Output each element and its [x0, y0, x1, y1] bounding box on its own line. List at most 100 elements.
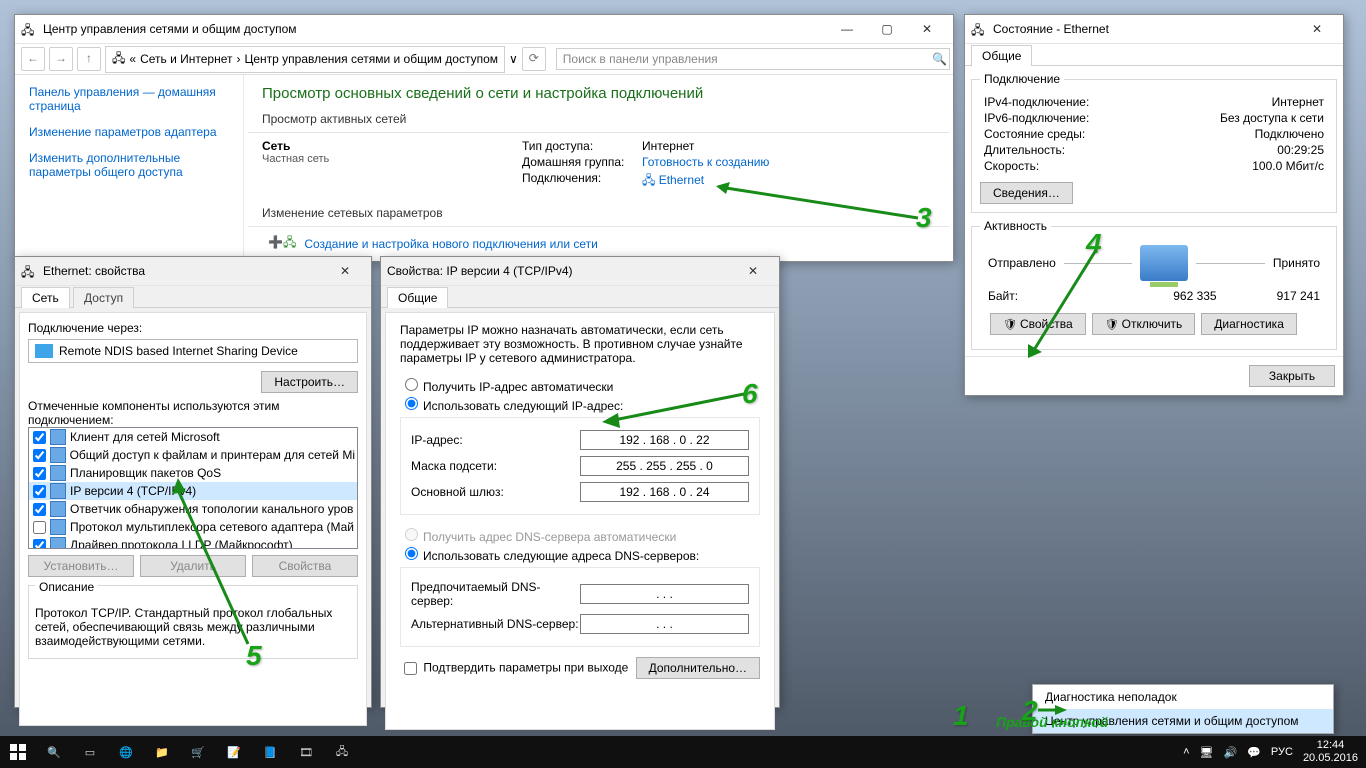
back-button[interactable]: ← — [21, 47, 45, 71]
step-2: 2 — [1022, 695, 1038, 727]
network-name: Сеть — [262, 139, 522, 153]
close-button[interactable]: ✕ — [907, 16, 947, 42]
titlebar[interactable]: 🖧 Центр управления сетями и общим доступ… — [15, 15, 953, 44]
item-checkbox[interactable] — [33, 467, 46, 480]
breadcrumb[interactable]: 🖧 « Сеть и Интернет › Центр управления с… — [105, 46, 505, 73]
component-icon — [50, 501, 66, 517]
gateway-input[interactable]: 192 . 168 . 0 . 24 — [580, 482, 749, 502]
search-icon[interactable]: 🔍 — [36, 736, 72, 768]
page-heading: Просмотр основных сведений о сети и наст… — [262, 85, 935, 102]
tray-notifications-icon[interactable]: 💬 — [1247, 746, 1261, 759]
dns1-label: Предпочитаемый DNS-сервер: — [411, 580, 580, 608]
taskbar-app[interactable]: 🛒 — [180, 736, 216, 768]
active-networks-header: Просмотр активных сетей — [262, 112, 935, 126]
list-item[interactable]: Ответчик обнаружения топологии канальног… — [29, 500, 357, 518]
item-checkbox[interactable] — [33, 503, 46, 516]
remove-button[interactable]: Удалить — [140, 555, 246, 577]
close-button[interactable]: ✕ — [1297, 16, 1337, 42]
item-checkbox[interactable] — [33, 485, 46, 498]
duration-label: Длительность: — [984, 143, 1065, 157]
radio-auto-ip[interactable] — [405, 378, 418, 391]
components-label: Отмеченные компоненты используются этим … — [28, 399, 358, 427]
list-item[interactable]: Клиент для сетей Microsoft — [29, 428, 357, 446]
list-item[interactable]: Протокол мультиплексора сетевого адаптер… — [29, 518, 357, 536]
radio-manual-ip[interactable] — [405, 397, 418, 410]
list-item[interactable]: Драйвер протокола LLDP (Майкрософт) — [29, 536, 357, 549]
tab-access[interactable]: Доступ — [73, 287, 134, 308]
close-button[interactable]: ✕ — [325, 258, 365, 284]
ethernet-icon: 🖧 — [971, 21, 987, 37]
tray-clock[interactable]: 12:44 20.05.2016 — [1303, 739, 1358, 765]
ethernet-properties-window: 🖧 Ethernet: свойства ✕ Сеть Доступ Подкл… — [14, 256, 372, 708]
taskbar-app[interactable]: 📁 — [144, 736, 180, 768]
maximize-button[interactable]: ▢ — [867, 16, 907, 42]
validate-checkbox[interactable] — [404, 662, 417, 675]
item-checkbox[interactable] — [33, 539, 46, 550]
sidebar-sharing[interactable]: Изменить дополнительные параметры общего… — [29, 151, 229, 179]
item-properties-button[interactable]: Свойства — [252, 555, 358, 577]
taskbar-app[interactable]: 🎞 — [288, 736, 324, 768]
sidebar-home[interactable]: Панель управления — домашняя страница — [29, 85, 229, 113]
forward-button[interactable]: → — [49, 47, 73, 71]
tray-network-icon[interactable]: 🖥 — [1200, 746, 1214, 759]
properties-button[interactable]: Свойства — [990, 313, 1086, 335]
crumb-2[interactable]: Центр управления сетями и общим доступом — [245, 52, 499, 66]
network-icon: 🖧 — [21, 21, 37, 37]
radio-manual-dns[interactable] — [405, 547, 418, 560]
item-checkbox[interactable] — [33, 449, 46, 462]
up-button[interactable]: ↑ — [77, 47, 101, 71]
alternate-dns-input[interactable]: . . . — [580, 614, 749, 634]
connection-ethernet-link[interactable]: 🖧 Ethernet — [642, 171, 769, 192]
menu-troubleshoot[interactable]: Диагностика неполадок — [1033, 685, 1333, 709]
tab-network[interactable]: Сеть — [21, 287, 70, 308]
taskbar-app[interactable]: 🌐 — [108, 736, 144, 768]
titlebar[interactable]: 🖧 Ethernet: свойства ✕ — [15, 257, 371, 286]
speed-value: 100.0 Мбит/с — [1252, 159, 1324, 173]
clock-date: 20.05.2016 — [1303, 752, 1358, 765]
titlebar[interactable]: 🖧 Состояние - Ethernet ✕ — [965, 15, 1343, 44]
tray-chevron-icon[interactable]: ˄ — [1183, 746, 1189, 758]
taskbar-app[interactable]: 📝 — [216, 736, 252, 768]
crumb-1[interactable]: Сеть и Интернет — [140, 52, 232, 66]
gateway-label: Основной шлюз: — [411, 485, 580, 499]
ip-address-input[interactable]: 192 . 168 . 0 . 22 — [580, 430, 749, 450]
configure-button[interactable]: Настроить… — [261, 371, 358, 393]
media-label: Состояние среды: — [984, 127, 1085, 141]
tray-volume-icon[interactable]: 🔊 — [1224, 746, 1238, 759]
group-connection-legend: Подключение — [980, 72, 1064, 86]
close-button[interactable]: ✕ — [733, 258, 773, 284]
search-input[interactable]: Поиск в панели управления — [556, 48, 950, 70]
minimize-button[interactable]: — — [827, 16, 867, 42]
taskbar-app[interactable]: 🖧 — [324, 736, 360, 768]
tab-general[interactable]: Общие — [387, 287, 448, 308]
window-title: Состояние - Ethernet — [993, 22, 1109, 36]
component-icon — [50, 465, 66, 481]
titlebar[interactable]: Свойства: IP версии 4 (TCP/IPv4) ✕ — [381, 257, 779, 286]
disable-button[interactable]: Отключить — [1092, 313, 1196, 335]
item-checkbox[interactable] — [33, 521, 46, 534]
list-item-selected[interactable]: IP версии 4 (TCP/IPv4) — [29, 482, 357, 500]
subnet-mask-input[interactable]: 255 . 255 . 255 . 0 — [580, 456, 749, 476]
bytes-received: 917 241 — [1277, 289, 1320, 303]
refresh-button[interactable]: ⟳ — [522, 47, 546, 71]
sidebar-adapter[interactable]: Изменение параметров адаптера — [29, 125, 229, 139]
system-tray: ˄ 🖥 🔊 💬 РУС 12:44 20.05.2016 — [1183, 739, 1366, 765]
tab-general[interactable]: Общие — [971, 45, 1032, 66]
item-checkbox[interactable] — [33, 431, 46, 444]
ip-label: IP-адрес: — [411, 433, 580, 447]
homegroup-link[interactable]: Готовность к созданию — [642, 155, 769, 169]
advanced-button[interactable]: Дополнительно… — [636, 657, 760, 679]
details-button[interactable]: Сведения… — [980, 182, 1073, 204]
taskbar-app[interactable]: 📘 — [252, 736, 288, 768]
taskview-icon[interactable]: ▭ — [72, 736, 108, 768]
components-list[interactable]: Клиент для сетей Microsoft Общий доступ … — [28, 427, 358, 549]
start-button[interactable] — [0, 736, 36, 768]
install-button[interactable]: Установить… — [28, 555, 134, 577]
new-connection-link[interactable]: Создание и настройка нового подключения … — [304, 237, 598, 251]
list-item[interactable]: Общий доступ к файлам и принтерам для се… — [29, 446, 357, 464]
list-item[interactable]: Планировщик пакетов QoS — [29, 464, 357, 482]
tray-language[interactable]: РУС — [1271, 746, 1293, 758]
close-button[interactable]: Закрыть — [1249, 365, 1335, 387]
preferred-dns-input[interactable]: . . . — [580, 584, 749, 604]
diagnostics-button[interactable]: Диагностика — [1201, 313, 1297, 335]
